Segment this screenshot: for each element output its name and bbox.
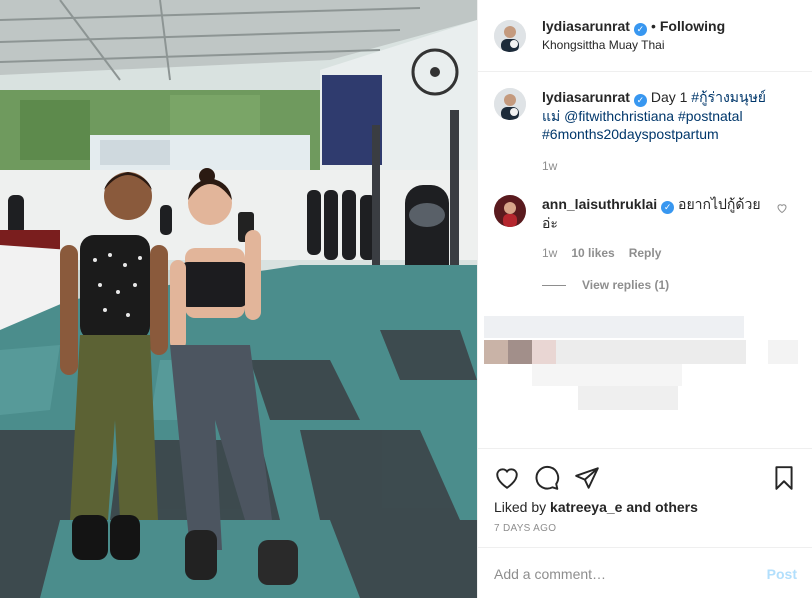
reply-button[interactable]: Reply — [629, 246, 662, 260]
replies-divider — [542, 284, 566, 286]
comment-likes[interactable]: 10 likes — [571, 246, 614, 260]
verified-badge-icon: ✓ — [661, 201, 675, 214]
author-avatar[interactable] — [494, 88, 526, 120]
header-meta: lydiasarunrat ✓ • Following Khongsittha Mua… — [542, 17, 725, 54]
commenter-username[interactable]: ann_laisuthruklai — [542, 196, 657, 212]
post-photo[interactable] — [0, 0, 477, 598]
verified-badge-icon: ✓ — [633, 23, 647, 36]
view-replies-button[interactable]: View replies (1) — [542, 278, 797, 292]
commenter-avatar[interactable] — [494, 195, 526, 227]
comments-section[interactable]: lydiasarunrat ✓ Day 1 #กู้ร่างมนุษย์แม่ @… — [478, 72, 812, 448]
caption-body: lydiasarunrat ✓ Day 1 #กู้ร่างมนุษย์แม่ @… — [542, 88, 768, 175]
comment-like-heart-icon[interactable] — [776, 201, 788, 262]
author-avatar[interactable] — [494, 19, 526, 52]
comment-actions: 1w 10 likes Reply — [542, 244, 768, 262]
post-comment-button[interactable]: Post — [767, 566, 797, 582]
comment-icon[interactable] — [534, 465, 560, 491]
comment-row: ann_laisuthruklai ✓ อยากไปกู้ด้วยอ่ะ 1w 10… — [494, 195, 797, 262]
caption-hashtag[interactable]: #6months20dayspostpartum — [542, 126, 719, 142]
comment-body: ann_laisuthruklai ✓ อยากไปกู้ด้วยอ่ะ 1w 10… — [542, 195, 768, 262]
liked-by-others[interactable]: and others — [626, 499, 698, 515]
caption-row: lydiasarunrat ✓ Day 1 #กู้ร่างมนุษย์แม่ @… — [494, 88, 797, 175]
post-footer: Liked by katreeya_e and others 7 DAYS AG… — [478, 448, 812, 582]
bookmark-icon[interactable] — [771, 465, 797, 491]
post-timestamp[interactable]: 7 DAYS AGO — [478, 523, 812, 534]
verified-badge-icon: ✓ — [633, 94, 647, 107]
comment-composer: Post — [478, 547, 812, 598]
post-header: lydiasarunrat ✓ • Following Khongsittha Mua… — [478, 0, 812, 72]
caption-timestamp[interactable]: 1w — [542, 157, 768, 175]
caption-username[interactable]: lydiasarunrat — [542, 89, 630, 105]
view-replies-label: View replies (1) — [582, 278, 670, 292]
caption-hashtag[interactable]: #postnatal — [678, 108, 743, 124]
liked-by-user[interactable]: katreeya_e — [550, 499, 622, 515]
separator-dot: • — [650, 18, 656, 34]
post-detail-panel: lydiasarunrat ✓ • Following Khongsittha Mua… — [477, 0, 812, 598]
heart-icon[interactable] — [494, 465, 520, 491]
gym-photo-illustration — [0, 0, 477, 598]
caption-text: Day 1 — [650, 89, 688, 105]
caption-mention[interactable]: @fitwithchristiana — [564, 108, 674, 124]
post-location[interactable]: Khongsittha Muay Thai — [542, 36, 725, 54]
action-bar — [478, 449, 812, 497]
author-username[interactable]: lydiasarunrat — [542, 18, 630, 34]
comment-timestamp[interactable]: 1w — [542, 246, 557, 260]
follow-status-button[interactable]: Following — [660, 18, 725, 34]
share-icon[interactable] — [574, 465, 600, 491]
comment-input[interactable] — [494, 565, 767, 582]
blurred-comments — [478, 306, 798, 426]
liked-by-prefix: Liked by — [494, 499, 547, 515]
liked-by: Liked by katreeya_e and others — [478, 499, 812, 515]
